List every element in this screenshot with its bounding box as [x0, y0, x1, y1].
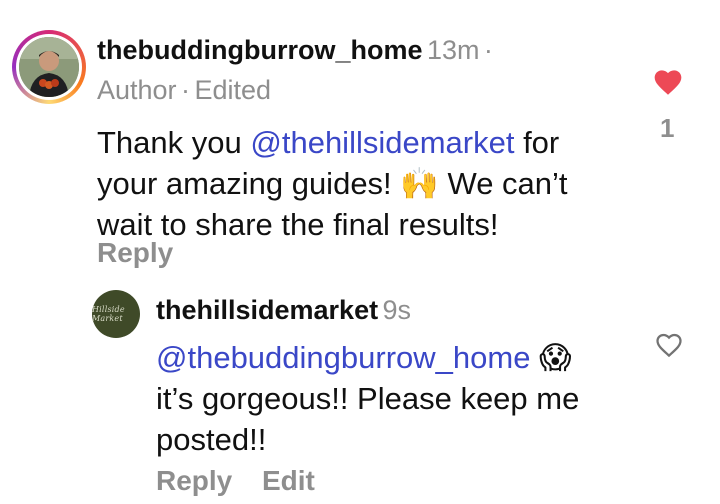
meta-separator: · [181, 75, 191, 105]
comment-text: for [514, 125, 560, 160]
comment-text: posted!! [156, 422, 267, 457]
mention-link[interactable]: @thehillsidemarket [250, 125, 514, 160]
reply-button[interactable]: Reply [156, 465, 232, 497]
comment-time: 9s [382, 295, 412, 325]
comment-body: @thebuddingburrow_home 😱 it’s gorgeous!!… [156, 337, 579, 460]
reply-avatar[interactable]: Hillside Market [92, 290, 140, 338]
author-avatar-photo [19, 37, 79, 97]
comment-2: thehillsidemarket 9s @thebuddingburrow_h… [156, 293, 579, 460]
comment-text: your amazing guides! [97, 166, 401, 201]
comment-text: it’s gorgeous!! Please keep me [156, 381, 580, 416]
comment-username[interactable]: thebuddingburrow_home [97, 35, 422, 65]
like-count[interactable]: 1 [660, 113, 674, 144]
reply-button[interactable]: Reply [97, 237, 173, 269]
author-badge: Author [97, 75, 177, 105]
mention-link[interactable]: @thebuddingburrow_home [156, 340, 530, 375]
comment-1: thebuddingburrow_home 13m · Author · Edi… [97, 33, 568, 245]
meta-separator: · [483, 35, 493, 65]
screaming-face-emoji: 😱 [539, 340, 572, 375]
comment-text: We can’t [438, 166, 568, 201]
author-avatar[interactable] [12, 30, 86, 104]
edit-button[interactable]: Edit [262, 465, 315, 497]
heart-outline-icon[interactable] [654, 330, 684, 358]
comment-text: Thank you [97, 125, 251, 160]
comment-username[interactable]: thehillsidemarket [156, 295, 378, 325]
avatar-logo-text: Hillside Market [92, 305, 125, 323]
edited-label: Edited [194, 75, 272, 105]
comment-time: 13m [426, 35, 480, 65]
heart-filled-icon[interactable] [652, 66, 684, 96]
comment-body: Thank you @thehillsidemarket for your am… [97, 122, 568, 245]
raising-hands-emoji: 🙌 [400, 166, 439, 201]
